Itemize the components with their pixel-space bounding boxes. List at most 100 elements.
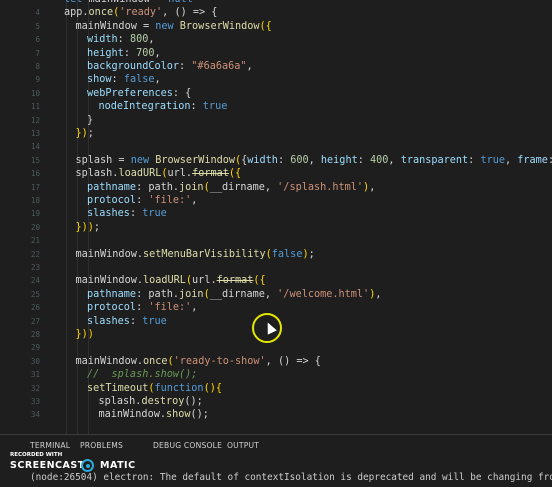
code-line[interactable]: 34mainWindow.show(); [0,408,552,421]
code-token: new [155,21,180,32]
line-number: 20 [0,221,44,234]
code-token: : [468,155,480,166]
code-line[interactable]: 22mainWindow.setMenuBarVisibility(false)… [0,248,552,261]
line-number: 10 [0,87,44,100]
code-line[interactable]: 8backgroundColor: "#6a6a6a", [0,60,552,73]
code-line[interactable]: 10 webPreferences: { [0,87,552,100]
code-line[interactable]: 26protocol: 'file:', [0,301,552,314]
code-token: , [191,302,197,313]
code-token: splash. [76,168,119,179]
code-token: : [136,195,148,206]
code-token: url. [192,275,217,286]
code-token: : path. [136,289,179,300]
code-token: 700 [136,48,154,59]
code-token: BrowserWindow [155,155,235,166]
code-line[interactable]: 4app.once('ready', () => { [0,6,552,19]
code-line[interactable]: 25pathname: path.join(__dirname, '/welco… [0,288,552,301]
code-token: 'file:' [148,195,191,206]
code-token: })) [76,222,94,233]
code-line[interactable]: 15splash = new BrowserWindow({width: 600… [0,154,552,167]
code-token: , [388,155,400,166]
code-token: 600 [290,155,308,166]
code-text: nodeIntegration: true [99,100,228,113]
code-token: BrowserWindow [180,21,260,32]
code-line[interactable]: 16splash.loadURL(url.format({ [0,167,552,180]
code-line[interactable]: 32setTimeout(function(){ [0,382,552,395]
code-text: webPreferences: { [87,87,191,100]
code-text: })); [76,221,101,234]
code-line[interactable]: 6width: 800, [0,33,552,46]
tab-terminal[interactable]: TERMINAL [30,441,70,450]
code-line[interactable]: 19slashes: true [0,207,552,220]
line-number: 14 [0,140,44,153]
code-token: true [480,155,505,166]
code-line[interactable]: 5 mainWindow = new BrowserWindow({ [0,20,552,33]
code-line[interactable]: 21 [0,234,552,247]
code-token: protocol [87,302,136,313]
code-token: ; [309,249,315,260]
code-editor[interactable]: let mainWindow = null4app.once('ready', … [0,0,552,434]
code-token: '/welcome.html' [277,289,369,300]
code-token: mainWindow. [76,249,143,260]
code-token: : { [173,88,191,99]
code-line[interactable]: 33splash.destroy(); [0,395,552,408]
code-token: ; [94,222,100,233]
code-token: mainWindow = [89,0,169,5]
code-line[interactable]: 12} [0,114,552,127]
code-token: 'ready-to-show' [174,356,266,367]
line-number: 18 [0,194,44,207]
tab-output[interactable]: OUTPUT [227,441,259,450]
code-token: __dirname, [210,182,277,193]
code-token: : path. [136,182,179,193]
code-line[interactable]: 23 [0,261,552,274]
code-token: 'ready' [119,7,162,18]
line-number: 34 [0,408,44,421]
code-token: : [191,101,203,112]
code-token: , [148,34,154,45]
watermark-recorded-with: RECORDED WITH [10,452,62,458]
line-number: 5 [0,20,44,33]
code-token: : [130,208,142,219]
code-token: pathname [87,182,136,193]
code-token: mainWindow. [76,275,143,286]
code-token: })) [76,329,94,340]
code-line[interactable]: 31// splash.show(); [0,368,552,381]
line-number: 11 [0,100,44,113]
code-line[interactable]: 7height: 700, [0,47,552,60]
code-token: 'file:' [148,302,191,313]
code-token: webPreferences [87,88,173,99]
code-line[interactable]: 14 [0,140,552,153]
code-token: loadURL [143,275,186,286]
code-line[interactable]: 11 nodeIntegration: true [0,100,552,113]
code-token: width [87,34,118,45]
code-token: , [505,155,517,166]
code-token: 800 [130,34,148,45]
record-dot-icon [81,459,94,472]
code-token: __dirname, [210,289,277,300]
code-token: , [155,48,161,59]
code-token: nodeIntegration [99,101,191,112]
code-line[interactable]: 29 [0,341,552,354]
code-token: protocol [87,195,136,206]
code-text: mainWindow = new BrowserWindow({ [76,20,272,33]
code-line[interactable]: 13}); [0,127,552,140]
line-number: 13 [0,127,44,140]
code-line[interactable]: 20})); [0,221,552,234]
code-token: width [247,155,278,166]
code-token: true [203,101,228,112]
code-line[interactable]: 9show: false, [0,73,552,86]
line-number: 21 [0,234,44,247]
code-token: '/splash.html' [277,182,363,193]
code-text: height: 700, [87,47,161,60]
code-line[interactable]: 24mainWindow.loadURL(url.format({ [0,274,552,287]
line-number: 28 [0,328,44,341]
code-text: setTimeout(function(){ [87,382,222,395]
code-token: let [64,0,89,5]
tab-debug-console[interactable]: DEBUG CONSOLE [153,441,222,450]
code-line[interactable]: 30mainWindow.once('ready-to-show', () =>… [0,355,552,368]
code-line[interactable]: 17pathname: path.join(__dirname, '/splas… [0,181,552,194]
code-line[interactable]: 18protocol: 'file:', [0,194,552,207]
code-text: mainWindow.loadURL(url.format({ [76,274,266,287]
code-token: } [87,115,93,126]
tab-problems[interactable]: PROBLEMS [80,441,123,450]
